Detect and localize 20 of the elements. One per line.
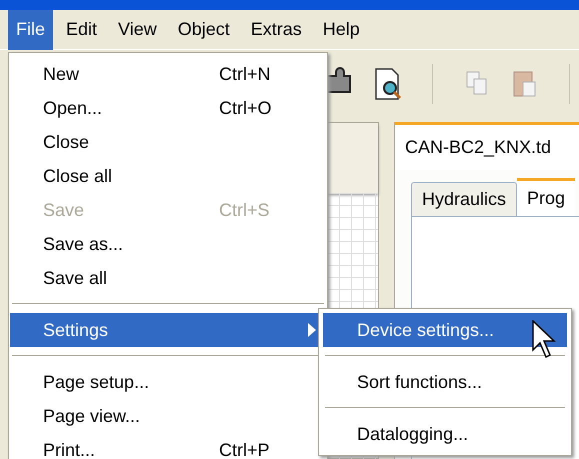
menu-bar-item[interactable]: Object bbox=[170, 10, 238, 50]
tab[interactable]: Prog bbox=[517, 178, 576, 216]
menu-item[interactable]: Open... Ctrl+O bbox=[10, 91, 326, 125]
menu-item[interactable]: Close all bbox=[10, 159, 326, 193]
menu-item[interactable]: Save all bbox=[10, 261, 326, 295]
panel-header bbox=[327, 123, 378, 193]
menu-item[interactable]: Device settings... bbox=[323, 313, 567, 347]
submenu-arrow-icon bbox=[308, 323, 316, 337]
menu-bar-item[interactable]: Help bbox=[314, 10, 368, 50]
menu-item[interactable]: New Ctrl+N bbox=[10, 57, 326, 91]
document-tab[interactable]: CAN-BC2_KNX.td bbox=[394, 122, 579, 170]
menu-item[interactable]: Sort functions... bbox=[323, 365, 567, 399]
tab[interactable]: Hydraulics bbox=[411, 182, 518, 216]
menu-item[interactable]: Save as... bbox=[10, 227, 326, 261]
menu-item[interactable]: Datalogging... bbox=[323, 417, 567, 451]
menu-bar-item[interactable]: File bbox=[8, 10, 54, 50]
menu-bar-item[interactable]: Edit bbox=[58, 10, 106, 50]
menu-item[interactable]: Close bbox=[10, 125, 326, 159]
menu-bar-item[interactable]: Extras bbox=[242, 10, 310, 50]
menu-bar-item[interactable]: View bbox=[110, 10, 165, 50]
